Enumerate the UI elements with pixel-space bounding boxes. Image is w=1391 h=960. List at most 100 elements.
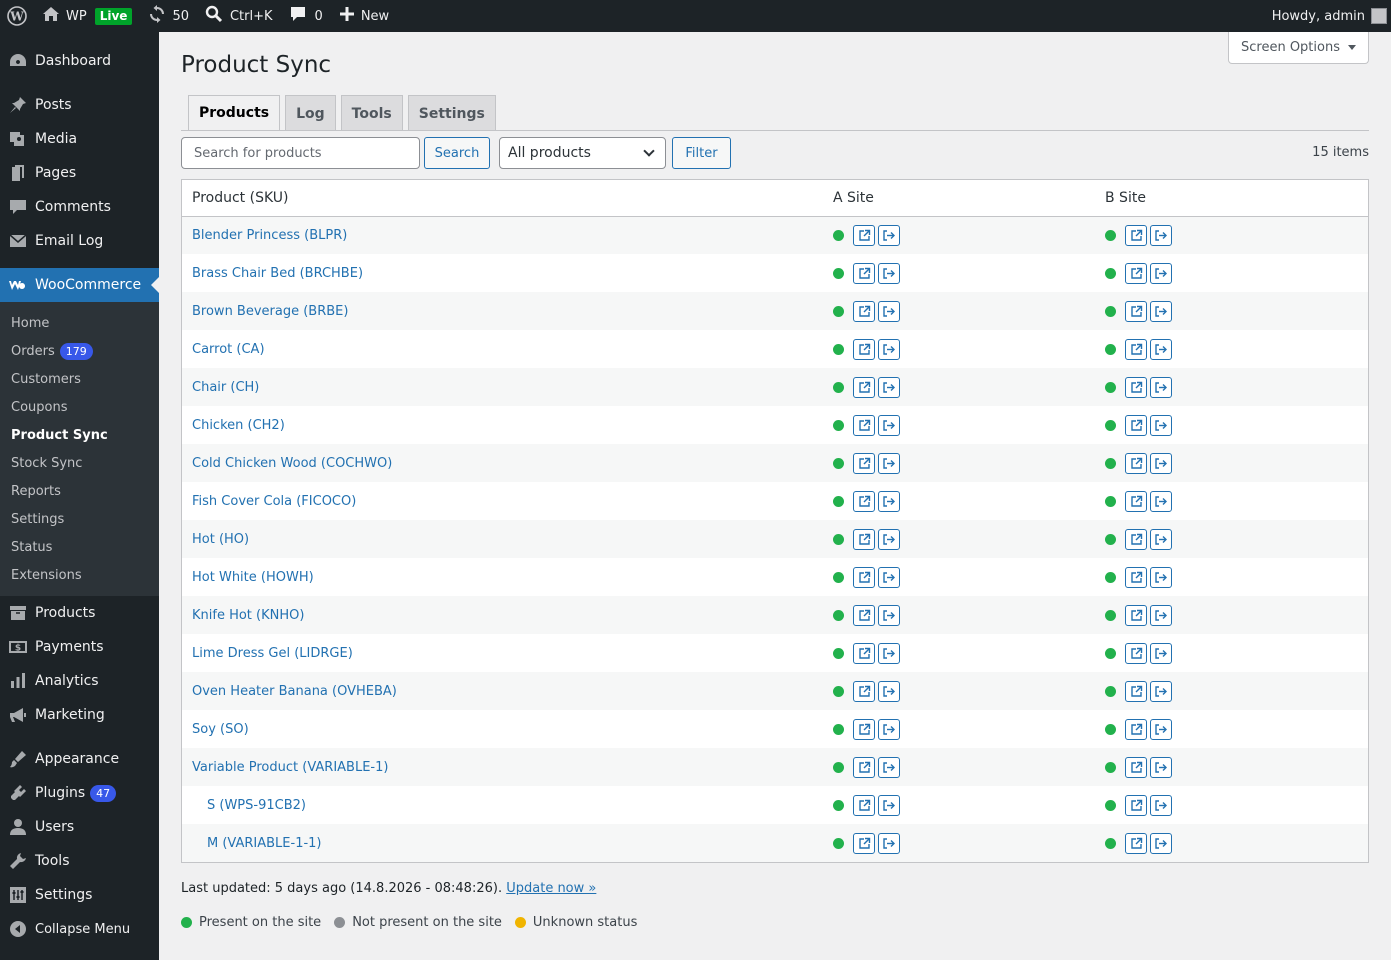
collapse-menu-button[interactable]: Collapse Menu <box>0 912 159 946</box>
search-button[interactable]: Search <box>424 137 490 169</box>
push-sync-icon[interactable] <box>878 414 900 436</box>
open-external-icon[interactable] <box>1125 224 1147 246</box>
open-external-icon[interactable] <box>1125 680 1147 702</box>
submenu-item-status[interactable]: Status <box>0 533 159 561</box>
search-input[interactable] <box>181 137 420 169</box>
screen-options-button[interactable]: Screen Options <box>1228 32 1369 64</box>
submenu-item-settings[interactable]: Settings <box>0 505 159 533</box>
product-link[interactable]: Hot White (HOWH) <box>192 570 314 585</box>
tab-products[interactable]: Products <box>188 95 281 131</box>
push-sync-icon[interactable] <box>878 528 900 550</box>
update-now-link[interactable]: Update now » <box>506 881 596 896</box>
open-external-icon[interactable] <box>1125 642 1147 664</box>
push-sync-icon[interactable] <box>878 262 900 284</box>
submenu-item-customers[interactable]: Customers <box>0 365 159 393</box>
push-sync-icon[interactable] <box>878 680 900 702</box>
push-sync-icon[interactable] <box>1150 642 1172 664</box>
submenu-item-orders[interactable]: Orders 179 <box>0 337 159 365</box>
sidebar-item-comments[interactable]: Comments <box>0 190 159 224</box>
sidebar-item-email-log[interactable]: Email Log <box>0 224 159 258</box>
open-external-icon[interactable] <box>1125 832 1147 854</box>
open-external-icon[interactable] <box>853 414 875 436</box>
push-sync-icon[interactable] <box>878 376 900 398</box>
open-external-icon[interactable] <box>853 832 875 854</box>
product-link[interactable]: Lime Dress Gel (LIDRGE) <box>192 646 353 661</box>
wordpress-logo-icon[interactable]: W <box>0 0 34 32</box>
open-external-icon[interactable] <box>1125 376 1147 398</box>
push-sync-icon[interactable] <box>878 604 900 626</box>
product-link[interactable]: S (WPS-91CB2) <box>192 798 306 813</box>
push-sync-icon[interactable] <box>878 756 900 778</box>
product-link[interactable]: M (VARIABLE-1-1) <box>192 836 322 851</box>
sidebar-item-plugins[interactable]: Plugins 47 <box>0 776 159 810</box>
open-external-icon[interactable] <box>1125 566 1147 588</box>
open-external-icon[interactable] <box>853 490 875 512</box>
open-external-icon[interactable] <box>1125 452 1147 474</box>
open-external-icon[interactable] <box>853 756 875 778</box>
product-link[interactable]: Variable Product (VARIABLE-1) <box>192 760 388 775</box>
open-external-icon[interactable] <box>853 224 875 246</box>
submenu-item-stock-sync[interactable]: Stock Sync <box>0 449 159 477</box>
product-link[interactable]: Brass Chair Bed (BRCHBE) <box>192 266 363 281</box>
push-sync-icon[interactable] <box>878 490 900 512</box>
open-external-icon[interactable] <box>853 604 875 626</box>
sidebar-item-appearance[interactable]: Appearance <box>0 742 159 776</box>
open-external-icon[interactable] <box>1125 490 1147 512</box>
push-sync-icon[interactable] <box>1150 338 1172 360</box>
push-sync-icon[interactable] <box>1150 376 1172 398</box>
tab-tools[interactable]: Tools <box>340 95 403 131</box>
product-link[interactable]: Carrot (CA) <box>192 342 265 357</box>
push-sync-icon[interactable] <box>1150 452 1172 474</box>
product-link[interactable]: Knife Hot (KNHO) <box>192 608 304 623</box>
comments-menu[interactable]: 0 <box>281 0 331 32</box>
open-external-icon[interactable] <box>853 566 875 588</box>
open-external-icon[interactable] <box>853 300 875 322</box>
push-sync-icon[interactable] <box>1150 604 1172 626</box>
my-account-menu[interactable]: Howdy, admin <box>1272 8 1391 24</box>
open-external-icon[interactable] <box>853 718 875 740</box>
open-external-icon[interactable] <box>1125 262 1147 284</box>
sidebar-item-payments[interactable]: $ Payments <box>0 630 159 664</box>
sidebar-item-analytics[interactable]: Analytics <box>0 664 159 698</box>
push-sync-icon[interactable] <box>1150 794 1172 816</box>
open-external-icon[interactable] <box>1125 756 1147 778</box>
submenu-item-extensions[interactable]: Extensions <box>0 561 159 589</box>
open-external-icon[interactable] <box>853 794 875 816</box>
open-external-icon[interactable] <box>853 642 875 664</box>
push-sync-icon[interactable] <box>1150 262 1172 284</box>
tab-settings[interactable]: Settings <box>407 95 496 131</box>
push-sync-icon[interactable] <box>878 300 900 322</box>
push-sync-icon[interactable] <box>1150 718 1172 740</box>
product-link[interactable]: Soy (SO) <box>192 722 249 737</box>
push-sync-icon[interactable] <box>878 794 900 816</box>
new-content-menu[interactable]: New <box>331 0 397 32</box>
tab-log[interactable]: Log <box>285 95 336 131</box>
product-link[interactable]: Chicken (CH2) <box>192 418 285 433</box>
push-sync-icon[interactable] <box>1150 832 1172 854</box>
sidebar-item-products[interactable]: Products <box>0 596 159 630</box>
open-external-icon[interactable] <box>1125 300 1147 322</box>
open-external-icon[interactable] <box>853 376 875 398</box>
open-external-icon[interactable] <box>853 338 875 360</box>
push-sync-icon[interactable] <box>1150 224 1172 246</box>
sidebar-item-tools[interactable]: Tools <box>0 844 159 878</box>
open-external-icon[interactable] <box>1125 528 1147 550</box>
site-name-menu[interactable]: WP Live <box>34 0 140 32</box>
push-sync-icon[interactable] <box>878 718 900 740</box>
open-external-icon[interactable] <box>853 452 875 474</box>
submenu-item-product-sync[interactable]: Product Sync <box>0 421 159 449</box>
push-sync-icon[interactable] <box>1150 414 1172 436</box>
push-sync-icon[interactable] <box>1150 756 1172 778</box>
push-sync-icon[interactable] <box>1150 490 1172 512</box>
sidebar-item-marketing[interactable]: Marketing <box>0 698 159 732</box>
submenu-item-home[interactable]: Home <box>0 309 159 337</box>
push-sync-icon[interactable] <box>1150 680 1172 702</box>
open-external-icon[interactable] <box>1125 794 1147 816</box>
push-sync-icon[interactable] <box>878 832 900 854</box>
push-sync-icon[interactable] <box>878 338 900 360</box>
product-link[interactable]: Brown Beverage (BRBE) <box>192 304 348 319</box>
command-palette-button[interactable]: Ctrl+K <box>197 0 281 32</box>
product-filter-select[interactable]: All products <box>499 137 666 169</box>
sidebar-item-media[interactable]: Media <box>0 122 159 156</box>
push-sync-icon[interactable] <box>878 566 900 588</box>
